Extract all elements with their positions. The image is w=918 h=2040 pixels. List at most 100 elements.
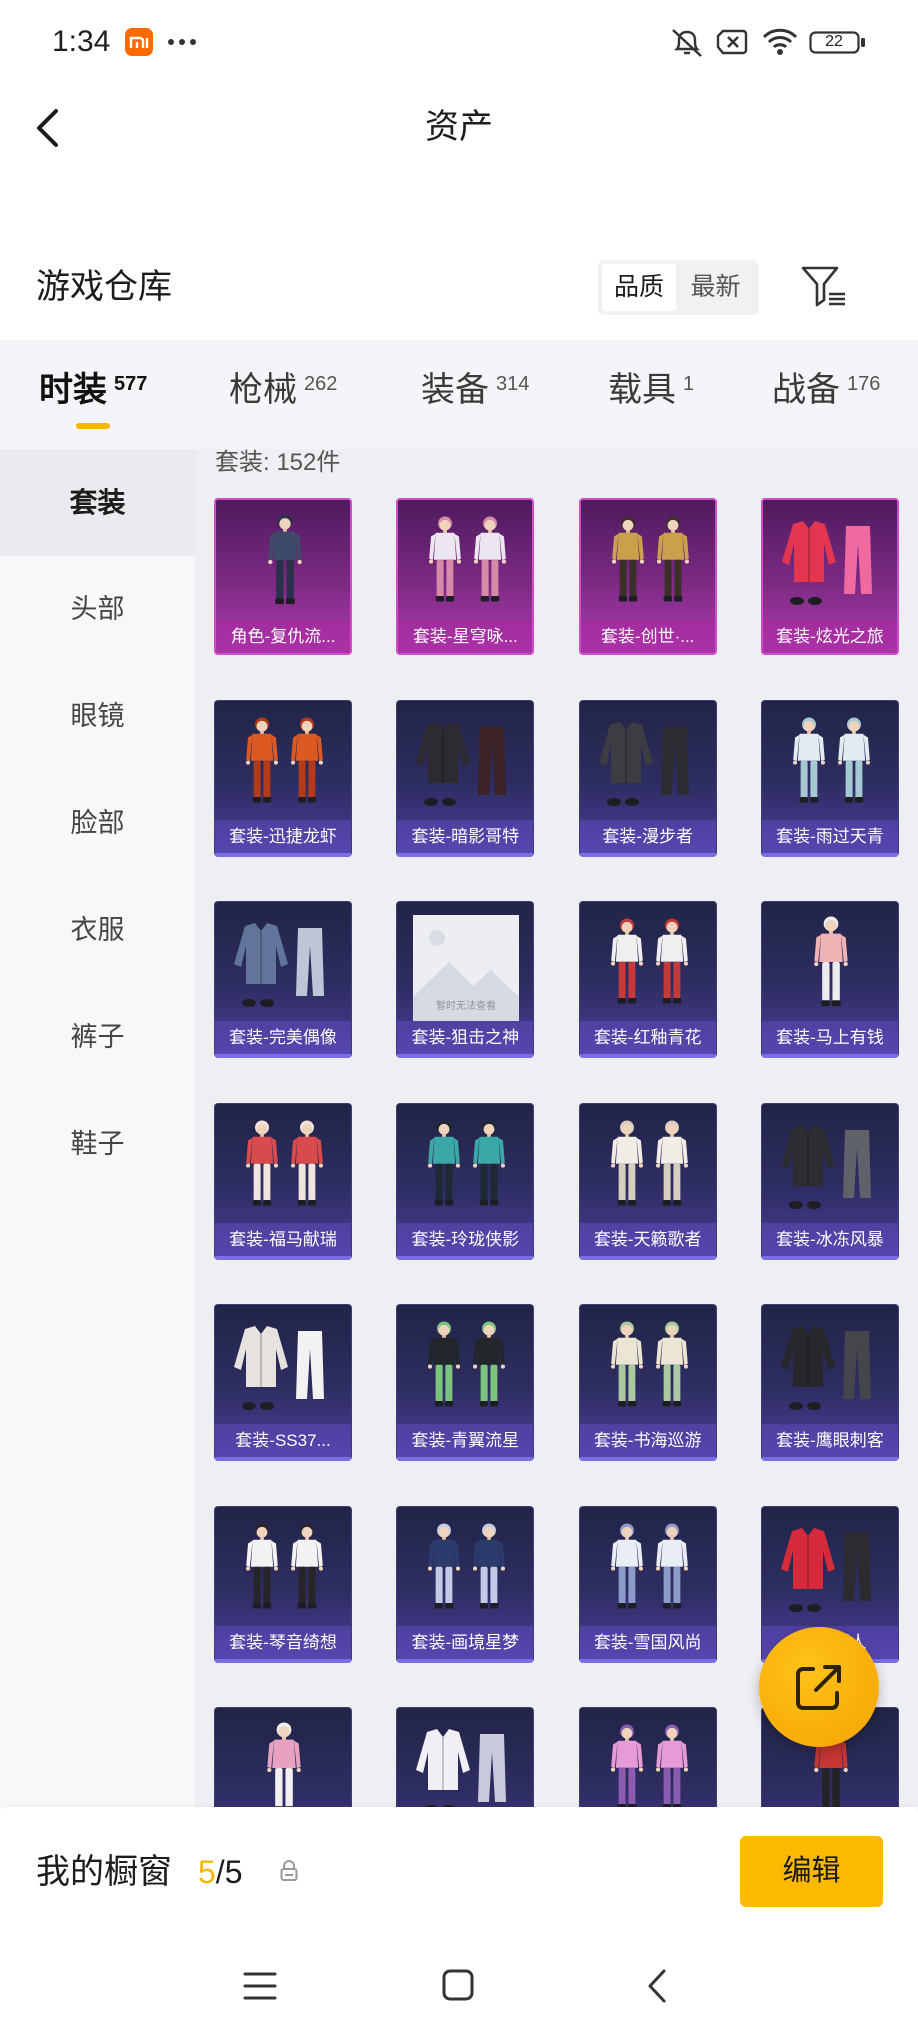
outfit-card[interactable] (214, 1707, 352, 1807)
tab-firearms[interactable]: 枪械 262 (229, 366, 337, 428)
outfit-card[interactable]: 套装-玲珑侠影 (396, 1102, 535, 1260)
outfit-card-label: 套装-星穹咏... (398, 620, 533, 653)
outfit-card-label: 套装-天籁歌者 (579, 1222, 716, 1256)
subcategory-sidebar: 套装 头部 眼镜 脸部 衣服 裤子 鞋子 (0, 449, 195, 1807)
battery-level: 22 (825, 33, 843, 50)
outfit-thumbnail (610, 1724, 688, 1807)
home-square-icon[interactable] (442, 1969, 474, 2001)
status-time: 1:34 (52, 25, 111, 58)
sidebar-item-sets[interactable]: 套装 (0, 449, 195, 556)
outfit-thumbnail (814, 916, 848, 1007)
no-sim-icon (716, 29, 748, 55)
sort-segmented-control: 品质 最新 (598, 260, 759, 315)
outfit-thumbnail (780, 1326, 871, 1410)
outfit-thumbnail (780, 1124, 871, 1209)
outfit-card[interactable]: 套装-红釉青花 (578, 901, 717, 1058)
outfit-card[interactable]: 套装-天籁歌者 (578, 1102, 717, 1260)
outfit-card[interactable]: 套装-星穹咏... (396, 498, 535, 655)
filter-icon[interactable] (800, 263, 848, 309)
menu-icon[interactable] (243, 1971, 277, 2001)
sort-newest-button[interactable]: 最新 (676, 264, 755, 311)
more-dots-icon (168, 39, 196, 45)
lock-icon (280, 1860, 298, 1881)
outfit-thumbnail (610, 1321, 688, 1407)
outfit-thumbnail (428, 1522, 506, 1609)
sort-quality-button[interactable]: 品质 (602, 264, 676, 311)
mute-icon (672, 29, 702, 57)
outfit-card[interactable]: 套装-漫步者 (578, 699, 717, 857)
outfit-thumbnail (780, 1527, 871, 1612)
outfit-card-label: 套装-完美偶像 (215, 1021, 351, 1054)
outfit-card[interactable]: 套装-书海巡游 (578, 1304, 717, 1461)
outfit-card-label: 套装-冰冻风暴 (761, 1222, 898, 1256)
sidebar-item-clothes[interactable]: 衣服 (0, 877, 195, 984)
outfit-card[interactable]: 套装-福马献瑞 (214, 1102, 352, 1260)
outfit-card[interactable]: 套装-完美偶像 (214, 901, 352, 1058)
outfit-thumbnail (792, 716, 870, 803)
outfit-card[interactable]: 套装-青翼流星 (396, 1304, 535, 1461)
outfit-card[interactable]: 角色-复仇流... (214, 498, 352, 655)
outfit-card-label: 套装-青翼流星 (397, 1424, 534, 1457)
outfit-card[interactable]: 暂时无法查看 套装-狙击之神 (396, 901, 535, 1058)
battery-icon: 22 (809, 31, 866, 54)
outfit-thumbnail (234, 1326, 324, 1410)
outfit-card-label: 套装-鹰眼刺客 (761, 1424, 898, 1457)
outfit-card[interactable]: 套装-炫光之旅 (760, 498, 899, 655)
category-tabs: 时装 577 枪械 262 装备 314 载具 1 战备 176 (0, 340, 918, 449)
sidebar-item-glasses[interactable]: 眼镜 (0, 663, 195, 770)
warehouse-title: 游戏仓库 (36, 268, 172, 306)
tab-vehicles[interactable]: 载具 1 (608, 366, 694, 428)
outfit-thumbnail (246, 1119, 323, 1206)
tab-label: 枪械 (229, 371, 297, 409)
outfit-card-label: 套装-红釉青花 (579, 1021, 716, 1054)
outfit-thumbnail (598, 721, 689, 806)
outfit-thumbnail (610, 1522, 688, 1609)
outfit-card[interactable]: 套装-迅捷龙虾 (214, 699, 352, 857)
sidebar-item-shoes[interactable]: 鞋子 (0, 1091, 195, 1198)
showcase-count: 5/5 (198, 1851, 242, 1893)
outfit-card-label: 套装-画境星梦 (397, 1625, 534, 1659)
tab-count: 176 (847, 373, 881, 395)
wifi-icon (762, 28, 798, 55)
tab-label: 载具 (608, 371, 676, 409)
sidebar-item-head[interactable]: 头部 (0, 556, 195, 663)
outfit-card[interactable]: 套装-冰冻风暴 (760, 1102, 899, 1260)
outfit-card[interactable] (396, 1707, 535, 1807)
outfit-card-label: 套装-炫光之旅 (762, 620, 897, 653)
outfit-card[interactable]: 套装-马上有钱 (760, 901, 899, 1058)
outfit-card-label: 套装-书海巡游 (579, 1424, 716, 1457)
outfit-card-label: 套装-迅捷龙虾 (215, 819, 351, 853)
external-share-icon (796, 1665, 841, 1710)
tab-equipment[interactable]: 装备 314 (421, 366, 529, 428)
outfit-card[interactable]: 套装-画境星梦 (396, 1505, 535, 1663)
outfit-card[interactable]: 套装-SS37... (214, 1304, 352, 1461)
showcase-used: 5 (198, 1854, 216, 1890)
outfit-card-label: 套装-雪国风尚 (579, 1625, 716, 1659)
tab-count: 577 (114, 373, 148, 395)
sidebar-item-face[interactable]: 脸部 (0, 770, 195, 877)
outfit-card[interactable]: 套装-雪国风尚 (578, 1505, 717, 1663)
back-nav-icon[interactable] (645, 1968, 669, 2004)
outfit-panel: 套装: 152件 角色-复仇流... 套装-星穹咏... 套装-创世·... 套… (195, 449, 918, 1807)
tab-count: 262 (304, 373, 338, 395)
outfit-card[interactable]: 套装-琴音绮想 (214, 1505, 352, 1663)
outfit-card-label: 套装-琴音绮想 (215, 1625, 351, 1659)
outfit-thumbnail: 暂时无法查看 (413, 915, 520, 1021)
tab-supplies[interactable]: 战备 176 (772, 366, 880, 428)
outfit-thumbnail (781, 521, 872, 605)
page-title: 资产 (425, 108, 493, 146)
outfit-thumbnail (267, 1722, 301, 1807)
outfit-card[interactable]: 套装-暗影哥特 (396, 699, 535, 857)
share-fab[interactable] (759, 1627, 879, 1747)
tab-label: 时装 (39, 371, 107, 409)
edit-button[interactable]: 编辑 (740, 1836, 883, 1907)
outfit-card[interactable]: 套装-鹰眼刺客 (760, 1304, 899, 1461)
outfit-card[interactable]: 套装-雨过天青 (760, 699, 899, 857)
outfit-card-label: 套装-创世·... (580, 620, 715, 653)
outfit-card[interactable]: 套装-创世·... (578, 498, 717, 655)
outfit-grid: 角色-复仇流... 套装-星穹咏... 套装-创世·... 套装-炫光之旅 套装… (214, 498, 899, 1807)
outfit-card-label: 角色-复仇流... (216, 620, 350, 653)
tab-fashion[interactable]: 时装 577 (39, 366, 148, 429)
outfit-card[interactable] (578, 1707, 717, 1807)
sidebar-item-pants[interactable]: 裤子 (0, 984, 195, 1091)
